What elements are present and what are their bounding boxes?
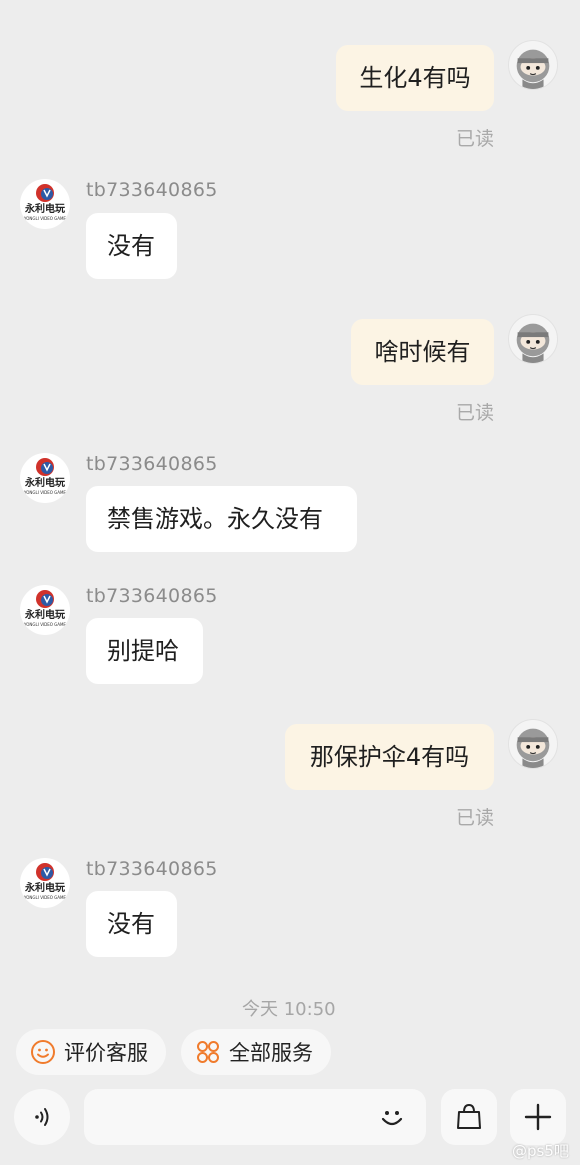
message-bubble-outgoing[interactable]: 啥时候有	[351, 319, 494, 385]
message-text: 啥时候有	[374, 338, 471, 366]
message-input-box[interactable]	[84, 1089, 426, 1145]
message-input[interactable]	[84, 1089, 386, 1145]
message-text: 没有	[107, 910, 155, 938]
plus-icon	[524, 1103, 552, 1131]
read-receipt: 已读	[456, 128, 495, 150]
all-services-button[interactable]: 全部服务	[181, 1029, 331, 1075]
read-receipt: 已读	[456, 807, 495, 829]
shop-logo-text: 永利电玩	[24, 608, 65, 621]
ninja-avatar-icon	[516, 323, 550, 363]
shop-logo-icon: 永利电玩 YONGLI VIDEO GAME	[23, 863, 66, 900]
watermark: @ps5吧	[512, 1142, 569, 1160]
smiley-icon	[30, 1039, 56, 1065]
shop-avatar[interactable]: 永利电玩 YONGLI VIDEO GAME	[20, 858, 70, 908]
shop-logo-subtext: YONGLI VIDEO GAME	[23, 490, 66, 495]
shop-logo-text: 永利电玩	[24, 881, 65, 894]
shop-logo-icon: 永利电玩 YONGLI VIDEO GAME	[23, 458, 66, 495]
message-text: 没有	[107, 232, 155, 260]
voice-button[interactable]	[14, 1089, 70, 1145]
message-timestamp: 今天 10:50	[242, 999, 336, 1020]
shop-avatar[interactable]: 永利电玩 YONGLI VIDEO GAME	[20, 585, 70, 635]
rate-service-label: 评价客服	[64, 1041, 148, 1065]
shopping-bag-icon	[457, 1103, 481, 1129]
message-bubble-outgoing[interactable]: 那保护伞4有吗	[285, 724, 494, 790]
message-text: 生化4有吗	[359, 64, 471, 92]
ninja-avatar-icon	[516, 728, 550, 768]
shopping-bag-button[interactable]	[441, 1089, 497, 1145]
sender-name: tb733640865	[86, 585, 218, 607]
shop-avatar[interactable]: 永利电玩 YONGLI VIDEO GAME	[20, 179, 70, 229]
user-avatar[interactable]	[508, 719, 558, 769]
sender-name: tb733640865	[86, 858, 218, 880]
message-text: 别提哈	[107, 637, 179, 665]
shop-logo-subtext: YONGLI VIDEO GAME	[23, 216, 66, 221]
voice-icon	[35, 1108, 49, 1126]
sender-name: tb733640865	[86, 179, 218, 201]
rate-service-button[interactable]: 评价客服	[16, 1029, 166, 1075]
shop-logo-subtext: YONGLI VIDEO GAME	[23, 622, 66, 627]
shop-logo-text: 永利电玩	[24, 476, 65, 489]
sender-name: tb733640865	[86, 453, 218, 475]
emoji-icon[interactable]	[376, 1101, 408, 1133]
message-bubble-incoming[interactable]: 没有	[86, 213, 177, 279]
shop-logo-text: 永利电玩	[24, 202, 65, 215]
message-text: 那保护伞4有吗	[309, 743, 470, 771]
message-bubble-outgoing[interactable]: 生化4有吗	[336, 45, 494, 111]
user-avatar[interactable]	[508, 40, 558, 90]
message-bubble-incoming[interactable]: 没有	[86, 891, 177, 957]
message-text: 禁售游戏。永久没有	[107, 505, 323, 533]
user-avatar[interactable]	[508, 314, 558, 364]
shop-avatar[interactable]: 永利电玩 YONGLI VIDEO GAME	[20, 453, 70, 503]
message-bubble-incoming[interactable]: 别提哈	[86, 618, 203, 684]
plus-button[interactable]	[510, 1089, 566, 1145]
shop-logo-icon: 永利电玩 YONGLI VIDEO GAME	[23, 184, 66, 221]
grid-icon	[195, 1039, 221, 1065]
shop-logo-icon: 永利电玩 YONGLI VIDEO GAME	[23, 590, 66, 627]
shop-logo-subtext: YONGLI VIDEO GAME	[23, 895, 66, 900]
ninja-avatar-icon	[516, 49, 550, 89]
all-services-label: 全部服务	[229, 1041, 313, 1065]
read-receipt: 已读	[456, 402, 495, 424]
message-bubble-incoming[interactable]: 禁售游戏。永久没有	[86, 486, 357, 552]
